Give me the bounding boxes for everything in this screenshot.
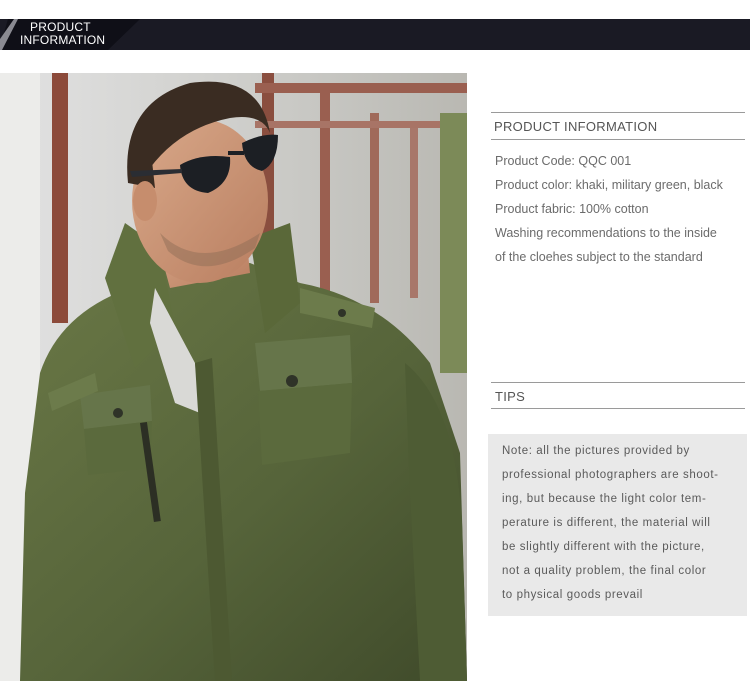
note-line: Note: all the pictures provided by <box>502 445 690 457</box>
product-fabric: Product fabric: 100% cotton <box>495 202 649 216</box>
tips-heading: TIPS <box>495 389 526 404</box>
model-photo-icon <box>0 73 467 681</box>
washing-line-1: Washing recommendations to the inside <box>495 226 717 240</box>
note-line: not a quality problem, the final color <box>502 565 707 577</box>
product-info-rule-bottom <box>491 139 745 140</box>
tips-rule-bottom <box>491 408 745 409</box>
note-line: to physical goods prevail <box>502 589 643 601</box>
product-photo <box>0 73 467 681</box>
product-info-rule-top <box>491 112 745 113</box>
header-title-line2: INFORMATION <box>20 33 106 47</box>
header-title: PRODUCT INFORMATION <box>20 21 120 47</box>
note-line: ing, but because the light color tem- <box>502 493 707 505</box>
tips-rule-top <box>491 382 745 383</box>
washing-line-2: of the cloehes subject to the standard <box>495 250 703 264</box>
note-line: be slightly different with the picture, <box>502 541 705 553</box>
note-line: perature is different, the material will <box>502 517 711 529</box>
note-line: professional photographers are shoot- <box>502 469 719 481</box>
product-color: Product color: khaki, military green, bl… <box>495 178 723 192</box>
product-info-heading: PRODUCT INFORMATION <box>494 119 658 134</box>
product-code: Product Code: QQC 001 <box>495 154 632 168</box>
